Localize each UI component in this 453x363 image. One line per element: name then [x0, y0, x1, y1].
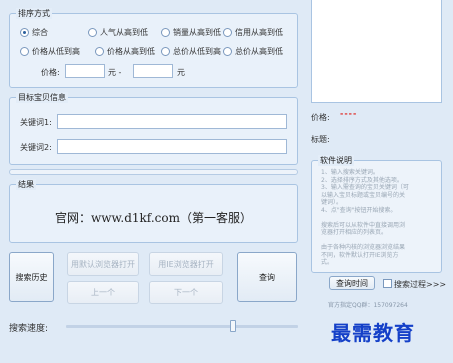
open-default-browser-button[interactable]: 用默认浏览器打开 — [67, 252, 139, 276]
radio-icon — [223, 28, 232, 37]
target-group: 目标宝贝信息 关键词1: 关键词2: — [9, 92, 298, 165]
keyword1-label: 关键词1: — [20, 118, 52, 127]
result-text: 官网：www.d1kf.com（第一客服） — [55, 211, 252, 225]
speed-slider-thumb[interactable] — [230, 320, 237, 332]
sort-group-title: 排序方式 — [16, 8, 52, 19]
search-history-button[interactable]: 搜索历史 — [9, 252, 54, 302]
right-price-value: ---- — [340, 109, 358, 118]
radio-icon — [161, 47, 170, 56]
instructions-line: 3、输入需查询的宝贝关键词（可 — [321, 184, 409, 191]
instructions-line — [321, 214, 439, 222]
instructions-line: 4、点"查询"按钮开始搜索。 — [321, 206, 397, 214]
query-time-button[interactable]: 查询时间 — [329, 276, 375, 290]
instructions-group: 软件说明 1、输入搜索关键词。 2、选择排序方式及其他选项。 3、输入需查询的宝贝关… — [311, 155, 442, 273]
radio-sales-desc[interactable]: 销量从高到低 — [161, 27, 221, 38]
watermark-logo: 最需教育 — [331, 321, 415, 345]
search-process-checkbox[interactable] — [383, 279, 392, 288]
prev-button[interactable]: 上一个 — [67, 281, 139, 304]
radio-icon — [88, 28, 97, 37]
radio-icon — [95, 47, 104, 56]
result-group: 结果 官网：www.d1kf.com（第一客服） — [9, 179, 298, 243]
next-button[interactable]: 下一个 — [149, 281, 223, 304]
instructions-line — [321, 237, 439, 245]
radio-comprehensive[interactable]: 综合 — [20, 27, 48, 38]
keyword2-label: 关键词2: — [20, 143, 52, 152]
instructions-line: 览器打开相应的列表页。 — [321, 229, 388, 236]
price-separator: 元 - — [108, 68, 122, 77]
keyword1-input[interactable] — [57, 114, 287, 129]
radio-total-asc[interactable]: 总价从低到高 — [161, 46, 221, 57]
right-price-label: 价格: — [311, 113, 330, 122]
sort-group: 排序方式 综合 人气从高到低 销量从高到低 信用从高到低 价格从低到高 价格从高… — [9, 8, 298, 88]
instructions-title: 软件说明 — [318, 155, 354, 166]
instructions-line: 式。 — [321, 259, 334, 266]
instructions-line: 2、选择排序方式及其他选项。 — [321, 176, 403, 184]
instructions-line: 键词）。 — [321, 199, 343, 206]
price-max-input[interactable] — [133, 64, 173, 78]
speed-label: 搜索速度: — [9, 324, 49, 334]
instructions-line: 搜索后可以从软件中直接调用浏 — [321, 221, 406, 229]
keyword2-input[interactable] — [57, 139, 287, 154]
radio-price-asc[interactable]: 价格从低到高 — [20, 46, 80, 57]
search-process-label[interactable]: 搜索过程>>> — [394, 279, 446, 290]
price-min-input[interactable] — [65, 64, 105, 78]
radio-price-desc[interactable]: 价格从高到低 — [95, 46, 155, 57]
query-button[interactable]: 查询 — [237, 252, 297, 302]
progress-strip — [9, 169, 298, 175]
result-group-title: 结果 — [16, 179, 36, 190]
radio-icon — [161, 28, 170, 37]
target-group-title: 目标宝贝信息 — [16, 92, 68, 103]
official-qq-text: 官方指定QQ群：157097264 — [328, 302, 408, 309]
radio-selected-icon — [20, 28, 29, 37]
speed-slider-track[interactable] — [66, 325, 298, 328]
preview-panel — [311, 0, 442, 103]
radio-icon — [223, 47, 232, 56]
radio-total-desc[interactable]: 总价从高到低 — [223, 46, 283, 57]
open-ie-button[interactable]: 用IE浏览器打开 — [149, 252, 223, 276]
right-title-label: 标题: — [311, 135, 330, 144]
price-label: 价格: — [41, 68, 60, 77]
instructions-line: 1、输入搜索关键词。 — [321, 169, 379, 176]
instructions-text: 1、输入搜索关键词。 2、选择排序方式及其他选项。 3、输入需查询的宝贝关键词（可以… — [321, 169, 439, 267]
instructions-line: 以输入宝贝标题或宝贝编号的关 — [321, 191, 406, 199]
radio-credit-desc[interactable]: 信用从高到低 — [223, 27, 283, 38]
instructions-line: 不同，软件默认打开IE浏览方 — [321, 251, 399, 259]
price-unit: 元 — [177, 68, 185, 77]
radio-popularity-desc[interactable]: 人气从高到低 — [88, 27, 148, 38]
instructions-line: 由于各种内核的浏览器浏览结果 — [321, 244, 406, 251]
radio-icon — [20, 47, 29, 56]
